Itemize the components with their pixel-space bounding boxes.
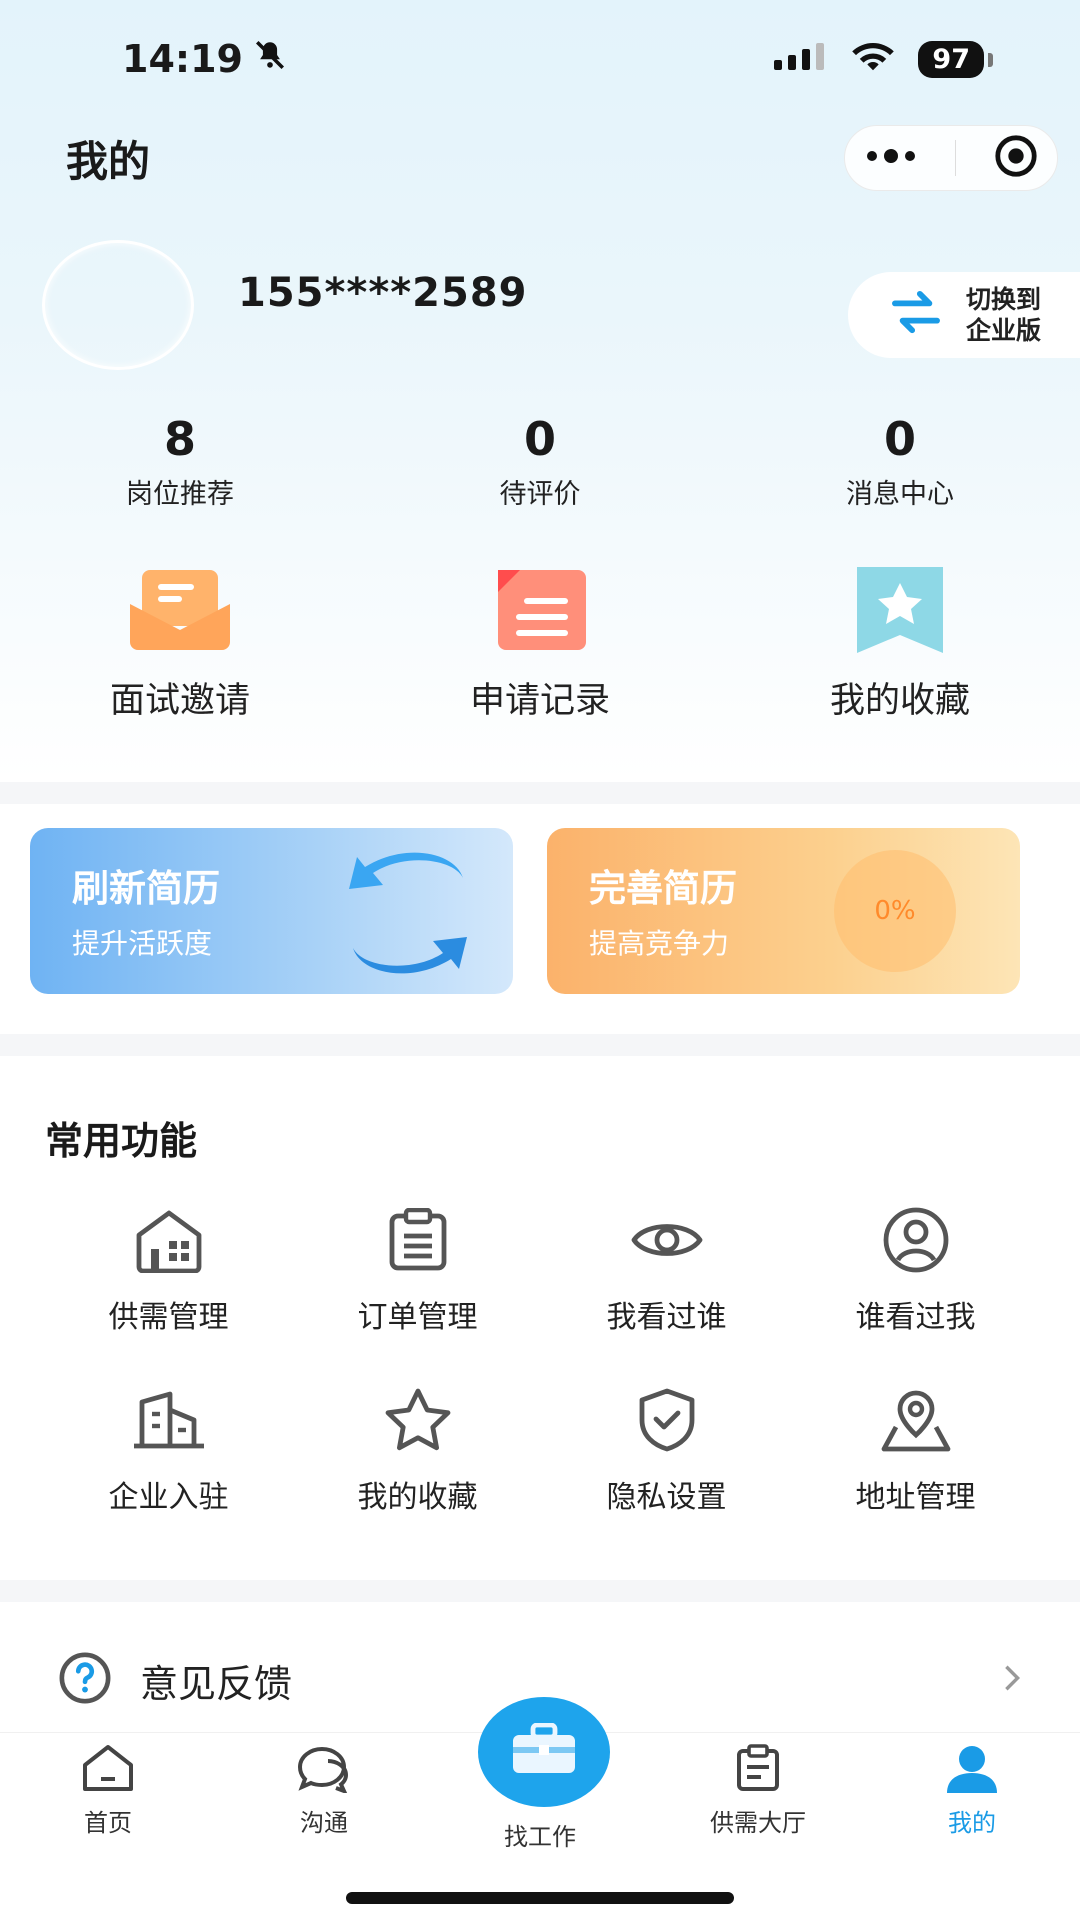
- signal-icon: [772, 42, 828, 76]
- user-circle-icon: [876, 1200, 956, 1280]
- document-icon: [485, 562, 595, 658]
- tab-home[interactable]: 首页: [38, 1743, 178, 1838]
- stat-value: 0: [883, 412, 916, 466]
- close-target-icon[interactable]: [993, 133, 1039, 183]
- resume-cards: 刷新简历 提升活跃度 完善简历 提高竞争力 0%: [30, 828, 1020, 994]
- grid-label: 地址管理: [855, 1480, 976, 1515]
- wifi-icon: [850, 40, 896, 78]
- tab-label: 首页: [84, 1809, 132, 1837]
- grid-label: 订单管理: [357, 1300, 478, 1335]
- status-icons: 97: [772, 40, 993, 78]
- grid-label: 企业入驻: [108, 1480, 229, 1515]
- chat-icon: [294, 1743, 354, 1797]
- refresh-resume-card[interactable]: 刷新简历 提升活跃度: [30, 828, 513, 994]
- phone-number: 155****2589: [238, 270, 528, 316]
- header: 我的: [0, 118, 1080, 198]
- capsule-divider: [954, 140, 956, 176]
- enterprise-join[interactable]: 企业入驻: [44, 1380, 293, 1516]
- tab-supply-hall[interactable]: 供需大厅: [688, 1743, 828, 1838]
- tab-chat[interactable]: 沟通: [254, 1743, 394, 1838]
- avatar[interactable]: [42, 240, 194, 370]
- stat-value: 8: [163, 412, 196, 466]
- stat-pending-review[interactable]: 0 待评价: [360, 410, 720, 520]
- quick-label: 面试邀请: [109, 681, 250, 721]
- section-divider: [0, 782, 1080, 804]
- stat-value: 0: [523, 412, 556, 466]
- grid-label: 我的收藏: [357, 1480, 478, 1515]
- more-icon[interactable]: [864, 148, 918, 168]
- home-indicator: [346, 1892, 734, 1904]
- house-icon: [129, 1200, 209, 1280]
- switch-label-line1: 切换到: [966, 285, 1042, 314]
- stat-message-center[interactable]: 0 消息中心: [720, 410, 1080, 520]
- page-title: 我的: [66, 136, 151, 186]
- address-manage[interactable]: 地址管理: [791, 1380, 1040, 1516]
- switch-label-line2: 企业版: [966, 316, 1042, 345]
- eye-icon: [627, 1200, 707, 1280]
- map-pin-icon: [876, 1380, 956, 1460]
- section-divider: [0, 1580, 1080, 1602]
- stat-label: 消息中心: [846, 479, 954, 510]
- quick-label: 我的收藏: [829, 681, 970, 721]
- board-icon: [733, 1743, 783, 1797]
- battery-indicator: 97: [918, 40, 993, 78]
- who-viewed-me[interactable]: 谁看过我: [791, 1200, 1040, 1336]
- tab-mine[interactable]: 我的: [902, 1743, 1042, 1838]
- briefcase-icon: [509, 1722, 579, 1781]
- clipboard-icon: [378, 1200, 458, 1280]
- grid-label: 隐私设置: [606, 1480, 727, 1515]
- grid-label: 我看过谁: [606, 1300, 727, 1335]
- bell-mute-icon: [253, 37, 287, 81]
- stat-label: 待评价: [499, 479, 581, 510]
- help-icon: [58, 1651, 112, 1709]
- status-time: 14:19: [122, 37, 287, 81]
- supply-demand-manage[interactable]: 供需管理: [44, 1200, 293, 1336]
- complete-resume-card[interactable]: 完善简历 提高竞争力 0%: [547, 828, 1020, 994]
- order-manage[interactable]: 订单管理: [293, 1200, 542, 1336]
- common-functions-grid: 供需管理 订单管理 我看过谁 谁看过我 企业入驻 我的收藏 隐私设置 地址管理: [44, 1200, 1040, 1516]
- mini-program-capsule: [844, 125, 1058, 191]
- profile-section: 155****2589 切换到 企业版: [0, 230, 1080, 370]
- stat-label: 岗位推荐: [126, 479, 234, 510]
- grid-label: 谁看过我: [855, 1300, 976, 1335]
- tab-find-job[interactable]: 找工作: [470, 1697, 610, 1852]
- mail-open-icon: [125, 562, 235, 658]
- status-bar: 14:19 97: [0, 0, 1080, 118]
- switch-enterprise-button[interactable]: 切换到 企业版: [848, 272, 1080, 358]
- my-favorites[interactable]: 我的收藏: [293, 1380, 542, 1516]
- quick-application-record[interactable]: 申请记录: [360, 562, 720, 732]
- find-job-fab[interactable]: [478, 1697, 610, 1807]
- swap-arrows-icon: [888, 290, 944, 340]
- stats-row: 8 岗位推荐 0 待评价 0 消息中心: [0, 410, 1080, 520]
- tab-label: 我的: [948, 1809, 996, 1837]
- grid-label: 供需管理: [108, 1300, 229, 1335]
- building-icon: [129, 1380, 209, 1460]
- tab-label: 沟通: [300, 1809, 348, 1837]
- quick-label: 申请记录: [469, 681, 610, 721]
- shield-check-icon: [627, 1380, 707, 1460]
- resume-progress-ring: 0%: [834, 850, 956, 972]
- quick-my-favorites[interactable]: 我的收藏: [720, 562, 1080, 732]
- person-icon: [943, 1743, 1001, 1797]
- bookmark-star-icon: [845, 562, 955, 658]
- quick-interview-invite[interactable]: 面试邀请: [0, 562, 360, 732]
- switch-label: 切换到 企业版: [966, 284, 1066, 346]
- refresh-arrows-icon: [333, 848, 483, 982]
- privacy-settings[interactable]: 隐私设置: [542, 1380, 791, 1516]
- time-text: 14:19: [122, 37, 243, 81]
- common-functions-title: 常用功能: [45, 1119, 198, 1163]
- card-subtitle: 提高竞争力: [589, 927, 730, 960]
- quick-actions: 面试邀请 申请记录 我的收藏: [0, 562, 1080, 732]
- i-viewed[interactable]: 我看过谁: [542, 1200, 791, 1336]
- home-icon: [79, 1743, 137, 1797]
- star-icon: [378, 1380, 458, 1460]
- feedback-label: 意见反馈: [140, 1661, 293, 1706]
- chevron-right-icon: [1002, 1663, 1022, 1697]
- stat-job-recommend[interactable]: 8 岗位推荐: [0, 410, 360, 520]
- section-divider: [0, 1034, 1080, 1056]
- tab-label: 供需大厅: [710, 1809, 806, 1837]
- tab-label: 找工作: [504, 1823, 576, 1851]
